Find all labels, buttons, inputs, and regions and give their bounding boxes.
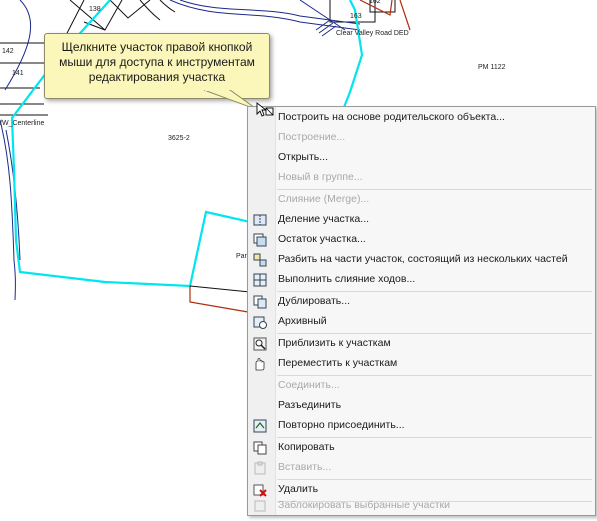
menu-item-label: Деление участка... bbox=[278, 213, 370, 225]
menu-item-label: Вставить... bbox=[278, 461, 332, 473]
menu-item-unjoin[interactable]: Разъединить bbox=[248, 396, 595, 416]
menu-item-join[interactable]: Соединить... bbox=[248, 376, 595, 396]
menu-item-label: Построение... bbox=[278, 131, 346, 143]
menu-item-label: Построить на основе родительского объект… bbox=[278, 111, 505, 123]
menu-item-new-in-group[interactable]: Новый в группе... bbox=[248, 168, 595, 188]
parcel-label: 162 bbox=[369, 0, 381, 5]
zoom-to-parcels-icon bbox=[253, 337, 267, 351]
menu-item-zoom-to-parcels[interactable]: Приблизить к участкам bbox=[248, 334, 595, 354]
menu-item-historic[interactable]: Архивный bbox=[248, 312, 595, 332]
menu-item-label: Приблизить к участкам bbox=[278, 337, 391, 349]
menu-item-merge[interactable]: Слияние (Merge)... bbox=[248, 190, 595, 210]
explode-multipart-icon bbox=[253, 253, 267, 267]
menu-item-lock-parcels[interactable]: Заблокировать выбранные участки bbox=[248, 496, 595, 516]
divide-parcel-icon bbox=[253, 214, 267, 226]
menu-item-construct-from-parent[interactable]: Построить на основе родительского объект… bbox=[248, 108, 595, 128]
historic-icon bbox=[253, 316, 267, 329]
road-label: Clear Valley Road DED bbox=[336, 30, 409, 37]
menu-item-label: Открыть... bbox=[278, 151, 328, 163]
menu-item-label: Заблокировать выбранные участки bbox=[278, 499, 451, 511]
menu-item-copy[interactable]: Копировать bbox=[248, 438, 595, 458]
road-label: /W_Centerline bbox=[0, 120, 45, 127]
menu-item-rejoin[interactable]: Повторно присоединить... bbox=[248, 416, 595, 436]
menu-item-paste[interactable]: Вставить... bbox=[248, 458, 595, 478]
menu-item-pan-to-parcels[interactable]: Переместить к участкам bbox=[248, 354, 595, 374]
menu-item-remainder-parcel[interactable]: Остаток участка... bbox=[248, 230, 595, 250]
parcel-label: 141 bbox=[12, 70, 24, 77]
parcel-label: 138 bbox=[89, 6, 101, 13]
paste-icon bbox=[254, 461, 266, 475]
menu-item-open[interactable]: Открыть... bbox=[248, 148, 595, 168]
menu-item-merge-courses[interactable]: Выполнить слияние ходов... bbox=[248, 270, 595, 290]
menu-item-divide-parcel[interactable]: Деление участка... bbox=[248, 210, 595, 230]
menu-item-label: Переместить к участкам bbox=[278, 357, 398, 369]
menu-item-label: Остаток участка... bbox=[278, 233, 366, 245]
menu-item-explode-multipart[interactable]: Разбить на части участок, состоящий из н… bbox=[248, 250, 595, 270]
merge-courses-icon bbox=[253, 273, 267, 287]
menu-item-label: Слияние (Merge)... bbox=[278, 193, 370, 205]
menu-item-label: Разъединить bbox=[278, 399, 342, 411]
parcel-label: PM 1122 bbox=[478, 64, 506, 71]
menu-item-label: Дублировать... bbox=[278, 295, 351, 307]
parcel-edge bbox=[189, 285, 251, 293]
pan-to-parcels-icon bbox=[255, 358, 265, 371]
remainder-parcel-icon bbox=[253, 233, 267, 247]
menu-item-duplicate[interactable]: Дублировать... bbox=[248, 292, 595, 312]
menu-item-label: Разбить на части участок, состоящий из н… bbox=[278, 253, 568, 265]
parcel-label: 142 bbox=[2, 48, 14, 55]
parcel-context-menu: Построить на основе родительского объект… bbox=[247, 106, 596, 516]
rejoin-icon bbox=[253, 419, 267, 433]
menu-item-label: Соединить... bbox=[278, 379, 340, 391]
menu-item-label: Архивный bbox=[278, 315, 327, 327]
copy-icon bbox=[253, 441, 267, 455]
menu-item-label: Удалить bbox=[278, 483, 319, 495]
menu-item-label: Новый в группе... bbox=[278, 171, 363, 183]
lock-parcels-icon bbox=[254, 500, 266, 512]
parcel-label: 163 bbox=[350, 13, 362, 20]
menu-item-label: Выполнить слияние ходов... bbox=[278, 273, 416, 285]
callout-text: Щелкните участок правой кнопкой мыши для… bbox=[59, 40, 255, 84]
duplicate-icon bbox=[253, 295, 267, 309]
menu-item-construction[interactable]: Построение... bbox=[248, 128, 595, 148]
parcel-label: Par bbox=[236, 253, 247, 260]
parcel-label: 3625-2 bbox=[168, 135, 190, 142]
edit-cursor-icon bbox=[256, 102, 274, 117]
menu-item-label: Копировать bbox=[278, 441, 335, 453]
menu-item-label: Повторно присоединить... bbox=[278, 419, 405, 431]
delete-icon bbox=[253, 484, 267, 497]
